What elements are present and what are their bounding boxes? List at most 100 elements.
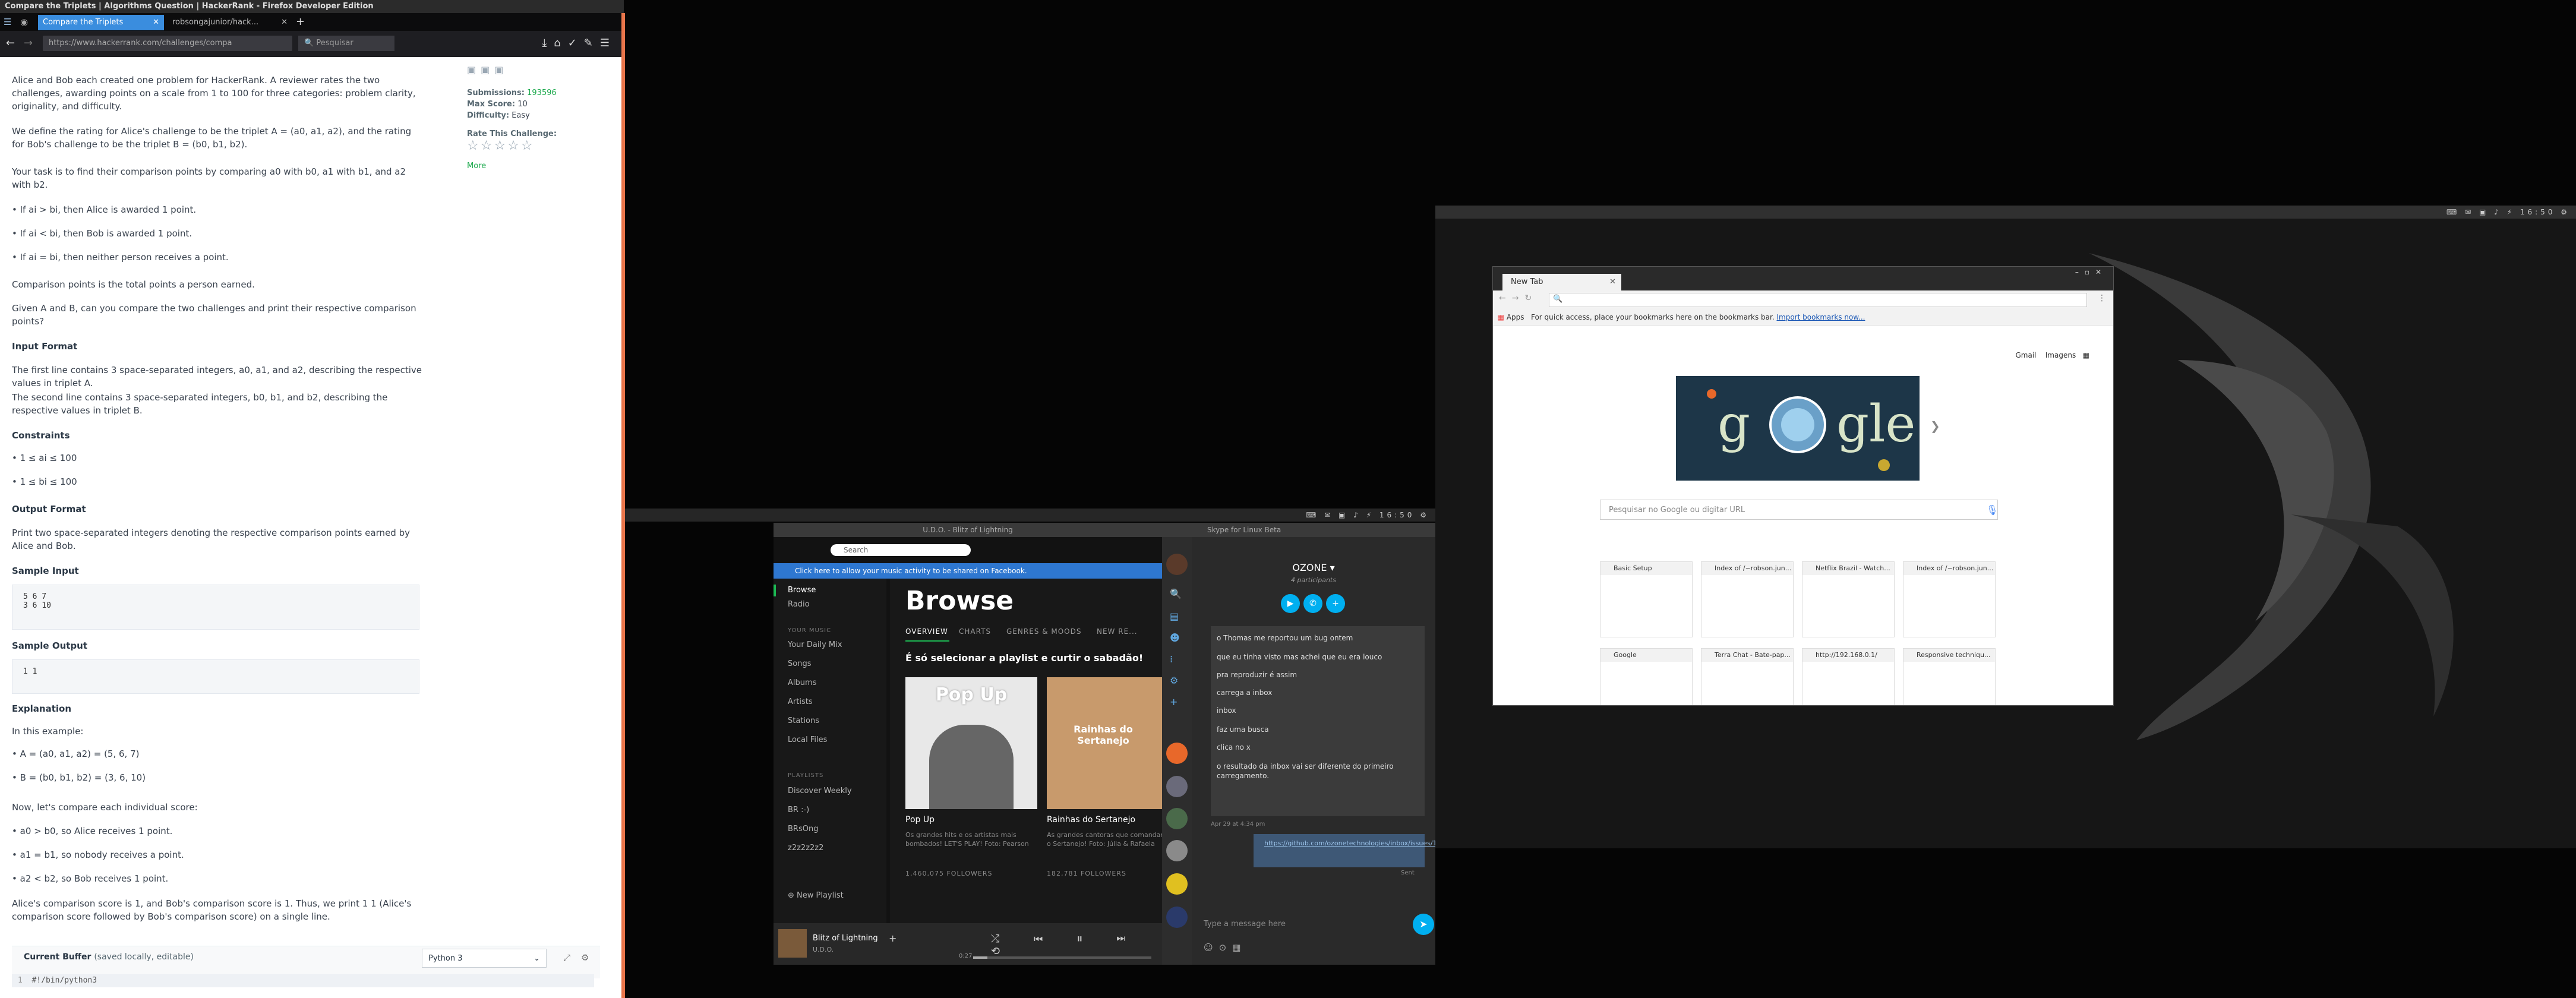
gear-icon[interactable]: ⚙ <box>581 952 589 963</box>
code-editor-line[interactable]: 1 #!/bin/python3 <box>12 974 594 987</box>
playlist-cover-rainhas[interactable]: Rainhas do Sertanejo <box>1047 677 1162 809</box>
progress-bar[interactable] <box>973 956 1151 959</box>
card-title[interactable]: Rainhas do Sertanejo <box>1047 815 1135 825</box>
tab-compare-triplets[interactable]: Compare the Triplets ✕ <box>38 15 164 30</box>
card-title[interactable]: Pop Up <box>905 815 935 825</box>
toolbar-icons[interactable]: ⤓⌂✓✎☰ <box>542 37 617 49</box>
tab-genres-moods[interactable]: GENRES & MOODS <box>1006 627 1081 636</box>
sidebar-item-albums[interactable]: Albums <box>788 678 816 687</box>
most-visited-tile[interactable]: Google <box>1600 648 1693 705</box>
search-input[interactable]: Search <box>831 544 971 556</box>
new-tab-button[interactable]: + <box>296 15 305 28</box>
sidebar-item-songs[interactable]: Songs <box>788 659 811 668</box>
message: clica no x <box>1217 743 1251 751</box>
rating-stars[interactable]: ☆☆☆☆☆ <box>467 138 610 153</box>
sidebar-item-radio[interactable]: Radio <box>788 600 810 609</box>
share-icon[interactable]: ❯ <box>1930 419 1940 433</box>
avatar[interactable] <box>1166 743 1188 764</box>
back-icon[interactable]: ← <box>6 37 15 49</box>
forward-icon[interactable]: → <box>24 37 33 49</box>
sidebar-item-local-files[interactable]: Local Files <box>788 735 827 744</box>
omnibox[interactable]: 🔍 <box>1549 293 2087 307</box>
close-icon[interactable]: ✕ <box>153 15 159 30</box>
message-input[interactable]: Type a message here <box>1204 920 1400 928</box>
avatar[interactable] <box>1166 808 1188 829</box>
google-search-input[interactable]: Pesquisar no Google ou digitar URL <box>1600 500 1998 520</box>
search-icon[interactable]: 🔍 <box>1170 588 1182 599</box>
most-visited-tile[interactable]: Responsive techniqu... <box>1903 648 1996 705</box>
tab-robsongajunior[interactable]: robsongajunior/hack... ✕ <box>168 15 292 30</box>
browse-panel: Browse OVERVIEW CHARTS GENRES & MOODS NE… <box>890 579 1162 923</box>
sidebar-item-artists[interactable]: Artists <box>788 697 813 706</box>
system-tray: ⌨ ✉ ▣ ♪ ⚡ 16:50 ⚙ <box>1305 511 1429 519</box>
apps-icon[interactable]: ▦ <box>1498 313 1504 321</box>
most-visited-tile[interactable]: Terra Chat - Bate-pap... <box>1701 648 1794 705</box>
menu-icon[interactable]: ☰ <box>4 17 11 27</box>
avatar[interactable] <box>1166 776 1188 797</box>
album-art[interactable] <box>778 929 807 958</box>
avatar[interactable] <box>1166 554 1188 575</box>
url-bar[interactable]: https://www.hackerrank.com/challenges/co… <box>43 36 292 51</box>
most-visited-tile[interactable]: Index of /~robson.jun... <box>1701 561 1794 637</box>
add-icon[interactable]: + <box>1170 696 1177 708</box>
send-icon[interactable]: ➤ <box>1413 914 1434 935</box>
tab-new-releases[interactable]: NEW RE... <box>1097 627 1138 636</box>
gmail-link[interactable]: Gmail <box>2015 351 2036 359</box>
submissions-link[interactable]: 193596 <box>527 89 557 97</box>
search-input[interactable]: 🔍 Pesquisar <box>298 36 394 51</box>
sidebar-item-stations[interactable]: Stations <box>788 716 819 725</box>
input-format-heading: Input Format <box>12 341 78 352</box>
import-bookmarks-link[interactable]: Import bookmarks now... <box>1776 313 1865 321</box>
facebook-banner[interactable]: Click here to allow your music activity … <box>774 563 1162 579</box>
playlist-item[interactable]: z2z2z2z2 <box>788 844 823 852</box>
avatar[interactable] <box>1166 873 1188 895</box>
conversation-title[interactable]: OZONE ▾ <box>1192 562 1435 573</box>
most-visited-tile[interactable]: Basic Setup <box>1600 561 1693 637</box>
message: pra reproduzir é assim <box>1217 671 1298 679</box>
track-title[interactable]: Blitz of Lightning <box>813 934 878 943</box>
tab-new-tab[interactable]: New Tab ✕ <box>1502 274 1621 290</box>
avatar[interactable] <box>1166 840 1188 861</box>
track-artist[interactable]: U.D.O. <box>813 946 834 953</box>
close-icon[interactable]: ✕ <box>1609 274 1616 290</box>
playlist-item[interactable]: BRsOng <box>788 825 818 833</box>
most-visited-tile[interactable]: http://192.168.0.1/ <box>1802 648 1895 705</box>
emoticon-icon[interactable]: ☺⊙▦ <box>1204 942 1246 953</box>
fullscreen-icon[interactable]: ⤢ <box>563 952 570 963</box>
microphone-icon[interactable]: 🎙 <box>1986 504 1998 516</box>
avatar[interactable] <box>1166 907 1188 928</box>
phone-icon[interactable]: ✆ <box>1303 594 1322 613</box>
share-icons[interactable]: ▣▣▣ <box>467 64 610 75</box>
new-playlist-button[interactable]: ⊕ New Playlist <box>788 891 844 900</box>
playlist-item[interactable]: BR :-) <box>788 806 809 814</box>
sidebar-item-daily-mix[interactable]: Your Daily Mix <box>788 640 842 649</box>
sidebar-icon[interactable]: ◉ <box>20 17 28 27</box>
add-contact-icon[interactable]: ☻ <box>1170 632 1180 643</box>
nav-icons[interactable]: ←→↻ <box>1499 293 1538 303</box>
google-doodle[interactable]: g gle <box>1676 376 1920 481</box>
playlist-cover-pop-up[interactable]: Pop Up <box>905 677 1037 809</box>
window-controls[interactable]: –▫✕ <box>2075 268 2107 276</box>
most-visited-tile[interactable]: Index of /~robson.jun... <box>1903 561 1996 637</box>
chrome-window: New Tab ✕ –▫✕ ←→↻ 🔍 ⋮ ▦ Apps For quick ac… <box>1492 266 2114 706</box>
apps-grid-icon[interactable]: ▦ <box>2083 351 2089 359</box>
link-message[interactable]: https://github.com/ozonetechnologies/inb… <box>1254 834 1435 867</box>
add-icon[interactable]: + <box>889 933 896 944</box>
images-link[interactable]: Imagens <box>2045 351 2076 359</box>
task-text: Your task is to find their comparison po… <box>12 166 406 190</box>
playback-controls[interactable]: ⤮ ⏮ ⏸ ⏭ ⟲ <box>991 933 1162 958</box>
menu-icon[interactable]: ⋮ <box>2098 293 2106 303</box>
playlist-item[interactable]: Discover Weekly <box>788 787 852 795</box>
gear-icon[interactable]: ⚙ <box>1170 675 1178 686</box>
tab-overview[interactable]: OVERVIEW <box>905 627 948 636</box>
add-participant-icon[interactable]: + <box>1326 594 1345 613</box>
close-icon[interactable]: ✕ <box>281 15 288 30</box>
tab-charts[interactable]: CHARTS <box>959 627 991 636</box>
more-link[interactable]: More <box>467 162 610 170</box>
most-visited-tile[interactable]: Netflix Brazil - Watch... <box>1802 561 1895 637</box>
sidebar-item-browse[interactable]: Browse <box>788 586 816 595</box>
language-select[interactable]: Python 3 ⌄ <box>422 949 547 968</box>
video-call-icon[interactable]: ▶ <box>1281 594 1300 613</box>
contacts-icon[interactable]: ▤ <box>1170 611 1179 622</box>
dialpad-icon[interactable]: ⁞ <box>1170 653 1173 665</box>
